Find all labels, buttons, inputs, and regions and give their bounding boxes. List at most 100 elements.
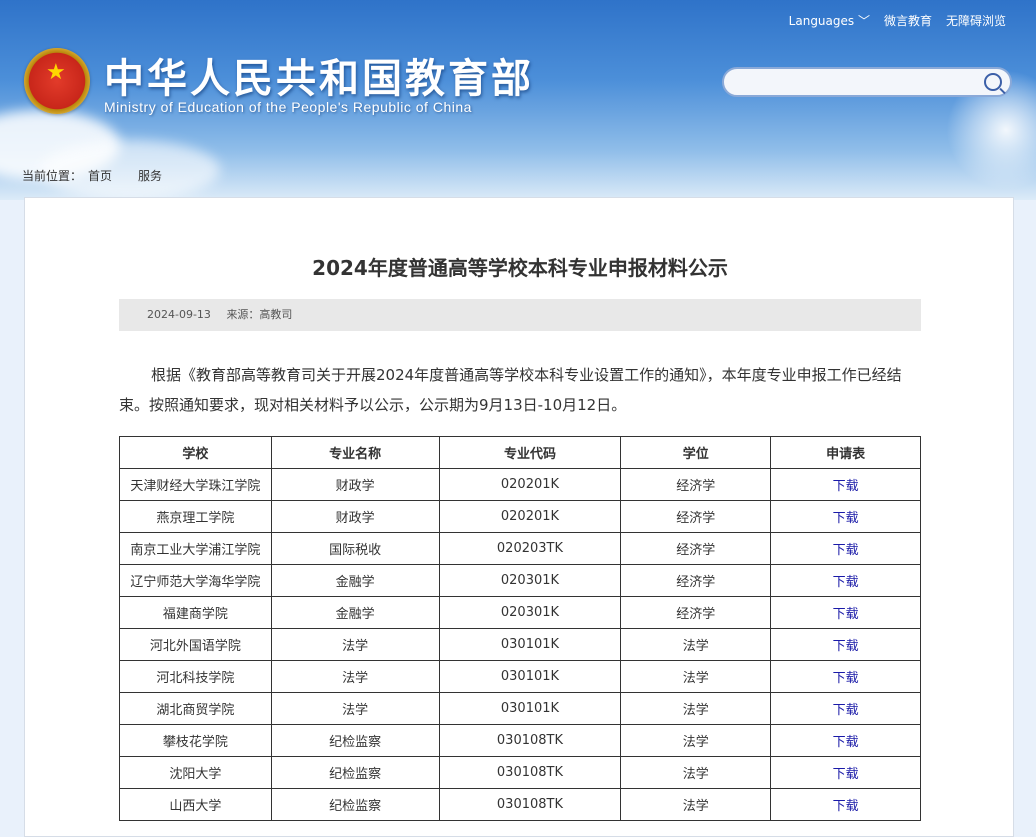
cell-major-name: 财政学 bbox=[270, 500, 440, 533]
cell-download: 下载 bbox=[770, 564, 921, 597]
languages-link[interactable]: Languages ﹀ bbox=[789, 12, 870, 29]
site-subtitle: Ministry of Education of the People's Re… bbox=[104, 99, 472, 115]
breadcrumb-current-link[interactable]: 服务 bbox=[138, 169, 162, 183]
cell-school: 湖北商贸学院 bbox=[119, 692, 272, 725]
article-title: 2024年度普通高等学校本科专业申报材料公示 bbox=[312, 256, 728, 280]
cell-major-code: 030108TK bbox=[438, 724, 622, 757]
article-source: 来源：高教司 bbox=[226, 308, 293, 321]
cell-school: 沈阳大学 bbox=[119, 756, 272, 789]
header-major-name: 专业名称 bbox=[270, 436, 440, 469]
cell-major-code: 030108TK bbox=[438, 788, 622, 821]
cell-download: 下载 bbox=[770, 692, 921, 725]
cell-school: 南京工业大学浦江学院 bbox=[119, 532, 272, 565]
cell-degree: 法学 bbox=[620, 692, 772, 725]
application-table: 学校 专业名称 专业代码 学位 申请表 天津财经大学珠江学院 财政学 020201K… bbox=[119, 436, 921, 821]
download-link[interactable]: 下载 bbox=[833, 703, 859, 718]
cell-school: 燕京理工学院 bbox=[119, 500, 272, 533]
cell-school: 辽宁师范大学海华学院 bbox=[119, 564, 272, 597]
cell-major-code: 030101K bbox=[438, 692, 622, 725]
cell-school: 山西大学 bbox=[119, 788, 272, 821]
download-link[interactable]: 下载 bbox=[833, 799, 859, 814]
table-row: 河北外国语学院 法学 030101K 法学 下载 bbox=[119, 628, 921, 661]
article-panel: 2024年度普通高等学校本科专业申报材料公示 2024-09-13 来源：高教司… bbox=[24, 197, 1014, 837]
download-link[interactable]: 下载 bbox=[833, 543, 859, 558]
header-school: 学校 bbox=[119, 436, 272, 469]
cell-download: 下载 bbox=[770, 628, 921, 661]
download-link[interactable]: 下载 bbox=[833, 639, 859, 654]
cell-major-name: 国际税收 bbox=[270, 532, 440, 565]
accessibility-link[interactable]: 无障碍浏览 bbox=[946, 12, 1006, 29]
cell-degree: 经济学 bbox=[620, 500, 772, 533]
breadcrumb-label: 当前位置： bbox=[22, 169, 83, 183]
cell-major-code: 020301K bbox=[438, 596, 622, 629]
cell-degree: 法学 bbox=[620, 628, 772, 661]
cell-degree: 经济学 bbox=[620, 532, 772, 565]
cell-degree: 法学 bbox=[620, 788, 772, 821]
table-header-row: 学校 专业名称 专业代码 学位 申请表 bbox=[119, 436, 921, 469]
cell-major-code: 030101K bbox=[438, 660, 622, 693]
cell-major-code: 030101K bbox=[438, 628, 622, 661]
cell-major-name: 法学 bbox=[270, 628, 440, 661]
cell-degree: 经济学 bbox=[620, 564, 772, 597]
cell-major-name: 金融学 bbox=[270, 596, 440, 629]
download-link[interactable]: 下载 bbox=[833, 575, 859, 590]
cell-degree: 经济学 bbox=[620, 596, 772, 629]
search-input[interactable] bbox=[736, 69, 980, 97]
breadcrumb-home-link[interactable]: 首页 bbox=[88, 169, 112, 183]
table-row: 沈阳大学 纪检监察 030108TK 法学 下载 bbox=[119, 756, 921, 789]
article-meta: 2024-09-13 来源：高教司 bbox=[119, 299, 921, 331]
table-body: 天津财经大学珠江学院 财政学 020201K 经济学 下载 燕京理工学院 财政学 020201… bbox=[119, 468, 921, 821]
article-paragraph: 根据《教育部高等教育司关于开展2024年度普通高等学校本科专业设置工作的通知》，… bbox=[119, 366, 902, 414]
cell-major-code: 030108TK bbox=[438, 756, 622, 789]
header-application-form: 申请表 bbox=[770, 436, 921, 469]
cell-major-code: 020201K bbox=[438, 468, 622, 501]
cell-degree: 法学 bbox=[620, 724, 772, 757]
cell-download: 下载 bbox=[770, 756, 921, 789]
header-degree: 学位 bbox=[620, 436, 772, 469]
cell-degree: 法学 bbox=[620, 756, 772, 789]
cell-major-name: 法学 bbox=[270, 692, 440, 725]
download-link[interactable]: 下载 bbox=[833, 479, 859, 494]
cell-major-name: 金融学 bbox=[270, 564, 440, 597]
download-link[interactable]: 下载 bbox=[833, 671, 859, 686]
download-link[interactable]: 下载 bbox=[833, 735, 859, 750]
cell-major-name: 纪检监察 bbox=[270, 756, 440, 789]
cell-download: 下载 bbox=[770, 468, 921, 501]
cell-major-name: 纪检监察 bbox=[270, 724, 440, 757]
download-link[interactable]: 下载 bbox=[833, 767, 859, 782]
cell-school: 攀枝花学院 bbox=[119, 724, 272, 757]
cell-major-name: 法学 bbox=[270, 660, 440, 693]
table-row: 天津财经大学珠江学院 财政学 020201K 经济学 下载 bbox=[119, 468, 921, 501]
cell-major-name: 纪检监察 bbox=[270, 788, 440, 821]
cell-degree: 经济学 bbox=[620, 468, 772, 501]
site-title[interactable]: 中华人民共和国教育部 bbox=[104, 46, 534, 104]
weiyan-link[interactable]: 微言教育 bbox=[884, 12, 932, 29]
cell-school: 福建商学院 bbox=[119, 596, 272, 629]
table-row: 福建商学院 金融学 020301K 经济学 下载 bbox=[119, 596, 921, 629]
cell-school: 河北科技学院 bbox=[119, 660, 272, 693]
table-row: 燕京理工学院 财政学 020201K 经济学 下载 bbox=[119, 500, 921, 533]
cell-school: 河北外国语学院 bbox=[119, 628, 272, 661]
download-link[interactable]: 下载 bbox=[833, 607, 859, 622]
table-row: 辽宁师范大学海华学院 金融学 020301K 经济学 下载 bbox=[119, 564, 921, 597]
cell-major-code: 020201K bbox=[438, 500, 622, 533]
cell-major-code: 020203TK bbox=[438, 532, 622, 565]
cell-major-name: 财政学 bbox=[270, 468, 440, 501]
search-box[interactable] bbox=[722, 67, 1012, 97]
cell-download: 下载 bbox=[770, 532, 921, 565]
cell-download: 下载 bbox=[770, 500, 921, 533]
national-emblem-icon[interactable]: ★ bbox=[24, 48, 90, 114]
search-icon[interactable] bbox=[984, 73, 1002, 91]
cell-download: 下载 bbox=[770, 596, 921, 629]
article-date: 2024-09-13 bbox=[147, 308, 211, 321]
table-row: 山西大学 纪检监察 030108TK 法学 下载 bbox=[119, 788, 921, 821]
cell-school: 天津财经大学珠江学院 bbox=[119, 468, 272, 501]
cell-download: 下载 bbox=[770, 788, 921, 821]
download-link[interactable]: 下载 bbox=[833, 511, 859, 526]
cell-download: 下载 bbox=[770, 660, 921, 693]
table-row: 河北科技学院 法学 030101K 法学 下载 bbox=[119, 660, 921, 693]
top-links: Languages ﹀ 微言教育 无障碍浏览 bbox=[789, 12, 1006, 29]
table-row: 攀枝花学院 纪检监察 030108TK 法学 下载 bbox=[119, 724, 921, 757]
header-major-code: 专业代码 bbox=[438, 436, 622, 469]
cell-major-code: 020301K bbox=[438, 564, 622, 597]
